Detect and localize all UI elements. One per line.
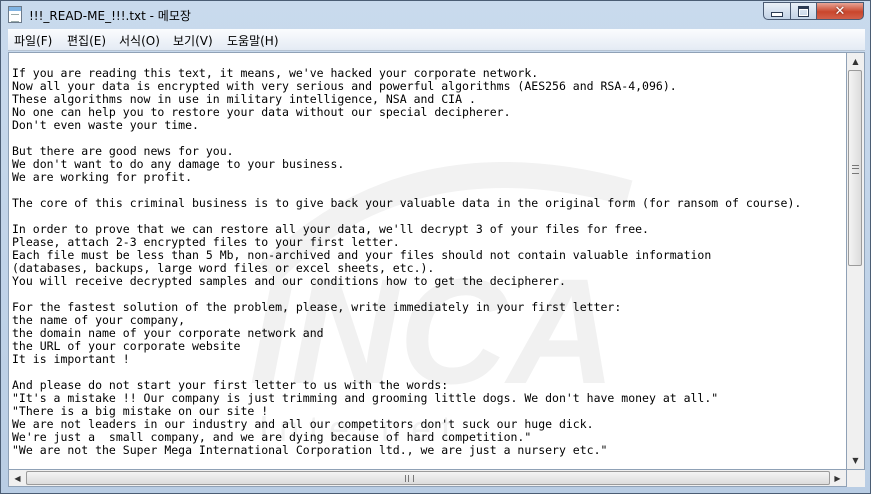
close-button[interactable]: ✕ [816,2,864,20]
document-line: If you are reading this text, it means, … [12,66,539,80]
document-line: In order to prove that we can restore al… [12,222,649,236]
window-title: !!!_READ-ME_!!!.txt - 메모장 [29,9,191,23]
document-line: the URL of your corporate website [12,339,241,353]
document-line: And please do not start your first lette… [12,378,449,392]
document-line: For the fastest solution of the problem,… [12,300,622,314]
menu-edit[interactable]: 편집(E) [67,32,106,49]
document-line: "There is a big mistake on our site ! [12,404,269,418]
document-line: "It's a mistake !! Our company is just t… [12,391,719,405]
close-icon: ✕ [834,3,846,19]
horizontal-scroll-thumb[interactable] [26,471,830,485]
menu-bar: 파일(F) 편집(E) 서식(O) 보기(V) 도움말(H) [8,29,865,51]
document-line: the domain name of your corporate networ… [12,326,324,340]
notepad-icon[interactable] [8,6,22,23]
scroll-right-icon[interactable]: ▶ [829,470,846,486]
horizontal-scrollbar[interactable]: ◀ ▶ [8,470,847,487]
maximize-icon [798,5,809,17]
notepad-window: !!!_READ-ME_!!!.txt - 메모장 ✕ 파일(F) 편집(E) … [0,0,871,494]
menu-view[interactable]: 보기(V) [173,32,213,49]
document-line: But there are good news for you. [12,144,234,158]
title-bar[interactable]: !!!_READ-ME_!!!.txt - 메모장 [1,1,870,29]
document-line: These algorithms now in use in military … [12,92,476,106]
document-line: (databases, backups, large word files or… [12,261,435,275]
document-line: We're just a small company, and we are d… [12,430,532,444]
menu-format[interactable]: 서식(O) [119,32,160,49]
document-line: The core of this criminal business is to… [12,196,802,210]
document-line: We are working for profit. [12,170,193,184]
document-text[interactable]: If you are reading this text, it means, … [12,67,801,457]
maximize-button[interactable] [790,2,817,20]
minimize-button[interactable] [763,2,791,20]
resize-corner[interactable] [847,470,865,487]
minimize-icon [771,11,783,17]
document-line: Please, attach 2-3 encrypted files to yo… [12,235,400,249]
document-line: We are not leaders in our industry and a… [12,417,594,431]
document-line: You will receive decrypted samples and o… [12,274,566,288]
menu-help[interactable]: 도움말(H) [227,32,279,49]
document-line: Don't even waste your time. [12,118,199,132]
scroll-down-icon[interactable]: ▼ [847,452,864,469]
document-line: Now all your data is encrypted with very… [12,79,677,93]
document-line: We don't want to do any damage to your b… [12,157,345,171]
document-line: No one can help you to restore your data… [12,105,511,119]
vertical-scroll-thumb[interactable] [848,70,862,266]
document-line: It is important ! [12,352,130,366]
text-editor[interactable]: INCA I n t e r n e t If you are reading … [8,52,847,470]
document-line: the name of your company, [12,313,186,327]
document-line: Each file must be less than 5 Mb, non-ar… [12,248,712,262]
menu-file[interactable]: 파일(F) [14,32,52,49]
grip-icon [405,475,414,482]
vertical-scrollbar[interactable]: ▲ ▼ [847,52,865,470]
document-line: "We are not the Super Mega International… [12,443,608,457]
grip-icon [852,165,859,174]
scroll-left-icon[interactable]: ◀ [9,470,26,486]
scroll-up-icon[interactable]: ▲ [847,53,864,70]
